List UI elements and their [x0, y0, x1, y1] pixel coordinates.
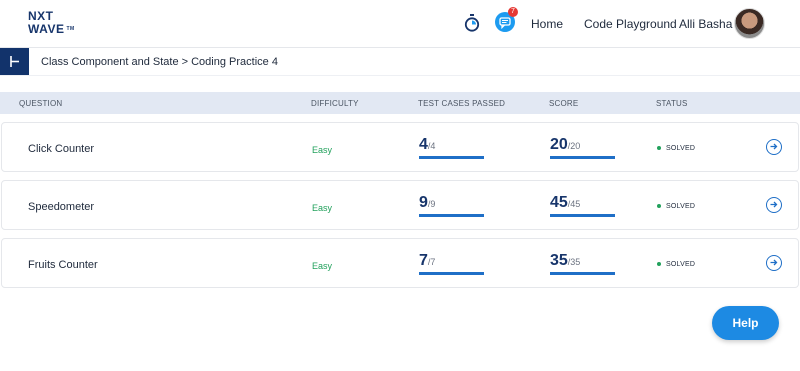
tests-progress-bar — [419, 214, 484, 217]
logo-line2: WAVE TM — [28, 23, 88, 35]
score-value: 35 — [550, 252, 568, 269]
help-button[interactable]: Help — [712, 306, 779, 340]
score: 35/35 — [550, 252, 615, 282]
status-text: SOLVED — [666, 203, 696, 210]
score-total: /20 — [567, 141, 581, 151]
score: 20/20 — [550, 136, 615, 166]
status-dot-icon — [657, 204, 661, 209]
score-progress-bar — [550, 214, 615, 217]
tests-passed-count: 4 — [419, 136, 428, 153]
breadcrumb: Class Component and State > Coding Pract… — [41, 56, 278, 68]
nav-code-playground-link[interactable]: Code Playground — [584, 17, 677, 31]
logo-line2-text: WAVE — [28, 22, 65, 36]
sidebar-toggle-button[interactable] — [0, 48, 29, 75]
tests-total: /4 — [427, 141, 436, 151]
status-text: SOLVED — [666, 261, 696, 268]
score-total: /45 — [567, 199, 581, 209]
score-progress-bar — [550, 156, 615, 159]
logo-line1: NXT — [28, 9, 54, 23]
header-question: QUESTION — [19, 99, 63, 108]
status-badge: SOLVED — [657, 203, 695, 210]
table-row[interactable]: Fruits Counter Easy 7/7 35/35 SOLVED — [1, 238, 799, 288]
question-name[interactable]: Speedometer — [28, 201, 94, 213]
arrow-right-circle-icon — [770, 143, 778, 150]
tests-passed-count: 7 — [419, 252, 428, 269]
table-row[interactable]: Click Counter Easy 4/4 20/20 SOLVED — [1, 122, 799, 172]
status-badge: SOLVED — [657, 145, 695, 152]
status-text: SOLVED — [666, 145, 696, 152]
open-question-button[interactable] — [766, 139, 782, 155]
question-name[interactable]: Fruits Counter — [28, 259, 98, 271]
arrow-right-circle-icon — [770, 259, 778, 266]
timer-icon[interactable] — [464, 14, 480, 32]
difficulty-label: Easy — [312, 261, 333, 271]
tests-total: /7 — [427, 257, 436, 267]
open-question-button[interactable] — [766, 197, 782, 213]
score-value: 45 — [550, 194, 568, 211]
difficulty-label: Easy — [312, 145, 333, 155]
score-value: 20 — [550, 136, 568, 153]
question-name[interactable]: Click Counter — [28, 143, 94, 155]
header-difficulty: DIFFICULTY — [311, 99, 359, 108]
tests-passed-count: 9 — [419, 194, 428, 211]
status-dot-icon — [657, 146, 661, 151]
logo-tm: TM — [66, 26, 75, 32]
tests-progress-bar — [419, 272, 484, 275]
arrow-right-circle-icon — [770, 201, 778, 208]
tests-total: /9 — [427, 199, 436, 209]
open-question-button[interactable] — [766, 255, 782, 271]
top-navbar: NXT WAVE TM 7 Home Code Playground Alli B… — [0, 0, 800, 48]
notification-badge: 7 — [508, 7, 518, 17]
difficulty-label: Easy — [312, 203, 333, 213]
tests-progress-bar — [419, 156, 484, 159]
score-total: /35 — [567, 257, 581, 267]
user-name[interactable]: Alli Basha — [679, 17, 732, 31]
header-status: STATUS — [656, 99, 688, 108]
nav-home-link[interactable]: Home — [531, 17, 563, 31]
test-cases-passed: 7/7 — [419, 252, 484, 282]
header-score: SCORE — [549, 99, 579, 108]
sidebar-toggle-icon — [10, 56, 19, 67]
status-badge: SOLVED — [657, 261, 695, 268]
header-test-cases-passed: TEST CASES PASSED — [418, 99, 506, 108]
test-cases-passed: 4/4 — [419, 136, 484, 166]
table-row[interactable]: Speedometer Easy 9/9 45/45 SOLVED — [1, 180, 799, 230]
test-cases-passed: 9/9 — [419, 194, 484, 224]
score-progress-bar — [550, 272, 615, 275]
avatar[interactable] — [734, 8, 765, 39]
nxtwave-logo[interactable]: NXT WAVE TM — [28, 10, 88, 40]
score: 45/45 — [550, 194, 615, 224]
status-dot-icon — [657, 262, 661, 267]
